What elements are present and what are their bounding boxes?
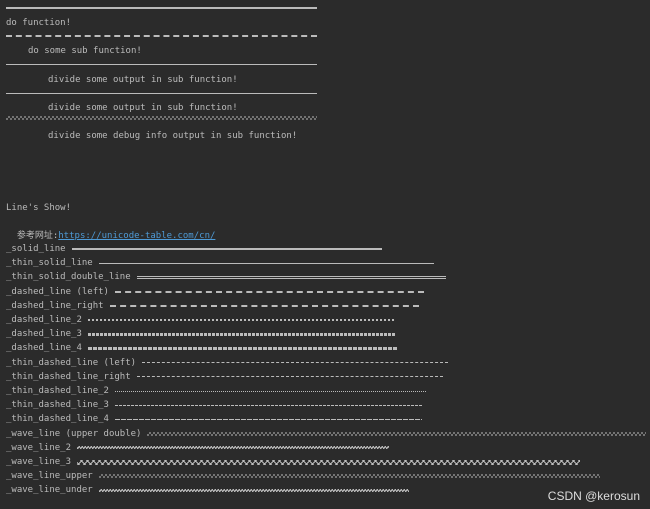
solid-separator [6,7,317,9]
line-sample-row: _thin_solid_line [6,256,434,270]
line-sample-label: _thin_solid_line [6,258,93,269]
line-sample-row: _dashed_line_3 [6,327,396,341]
line-sample-label: _thin_dashed_line_2 [6,386,109,396]
line-sample-wave [147,431,647,436]
line-sample-dashed4 [87,346,397,350]
line-sample-label: _dashed_line_2 [6,315,82,325]
line-sample-row: _thin_solid_double_line [6,270,446,284]
line-sample-row: _wave_line (upper double) [6,427,647,441]
line-sample-label: _dashed_line_3 [6,329,82,340]
line-sample-row: _dashed_line_right [6,299,419,313]
line-sample-dashed [114,290,424,293]
reference-label: 参考网址: [16,231,59,241]
line-sample-row: _solid_line [6,242,382,256]
divide-debug-text: divide some debug info output in sub fun… [48,131,298,141]
line-sample-row: _wave_line_3 [6,455,581,469]
line-sample-wave2 [98,488,409,492]
line-sample-row: _thin_dashed_line_right [6,370,443,384]
line-sample-row: _thin_dashed_line_2 [6,384,426,398]
line-sample-thin [98,262,434,264]
csdn-watermark: CSDN @kerosun [547,489,640,503]
divide-output-text-1: divide some output in sub function! [48,75,238,85]
line-sample-label: _thin_dashed_line_right [6,371,131,382]
line-sample-label: _dashed_line_right [6,300,104,311]
line-sample-label: _dashed_line (left) [6,286,109,297]
line-sample-row: _wave_line_2 [6,441,390,455]
line-sample-tdashed4 [114,418,422,420]
thin-separator [6,64,317,65]
sub-function-text: do some sub function! [28,46,142,56]
line-sample-label: _wave_line (upper double) [6,428,142,439]
line-sample-tdashed [142,362,449,364]
line-sample-label: _wave_line_2 [6,442,72,453]
line-sample-row: _dashed_line (left) [6,285,424,299]
line-sample-row: _wave_line_upper [6,469,600,483]
line-sample-wave [98,474,600,479]
line-sample-label: _thin_dashed_line (left) [6,357,137,368]
line-sample-wave3 [77,459,581,465]
do-function-text: do function! [6,18,72,28]
line-sample-row: _thin_dashed_line_4 [6,412,422,426]
line-sample-label: _dashed_line_4 [6,343,82,354]
line-sample-label: _wave_line_upper [6,471,93,482]
divide-output-text-2: divide some output in sub function! [48,103,238,113]
wave-separator [6,116,317,120]
line-sample-dashed [109,304,419,307]
line-sample-row: _dashed_line_4 [6,341,397,355]
line-sample-dashed2 [87,319,394,321]
line-sample-wave2 [77,446,390,450]
line-sample-label: _thin_dashed_line_3 [6,400,109,411]
reference-line: 参考网址:https://unicode-table.com/cn/ [6,215,216,243]
line-sample-label: _solid_line [6,244,66,254]
line-sample-row: _dashed_line_2 [6,313,394,327]
line-sample-solid [71,248,382,250]
line-sample-double [136,275,446,279]
line-sample-label: _wave_line_under [6,485,93,496]
line-sample-label: _thin_dashed_line_4 [6,414,109,425]
line-sample-row: _wave_line_under [6,483,409,497]
line-sample-tdashed3 [114,404,422,406]
line-sample-label: _thin_solid_double_line [6,272,131,283]
line-sample-label: _wave_line_3 [6,457,72,467]
dashed-separator [6,35,317,37]
line-sample-tdashed [136,376,443,378]
show-title: Line's Show! [6,203,72,213]
thin-separator-2 [6,93,317,94]
line-sample-row: _thin_dashed_line (left) [6,356,449,370]
reference-link[interactable]: https://unicode-table.com/cn/ [58,231,215,241]
line-sample-tdashed2 [114,390,426,392]
line-sample-row: _thin_dashed_line_3 [6,398,422,412]
line-sample-dashed3 [87,332,396,336]
